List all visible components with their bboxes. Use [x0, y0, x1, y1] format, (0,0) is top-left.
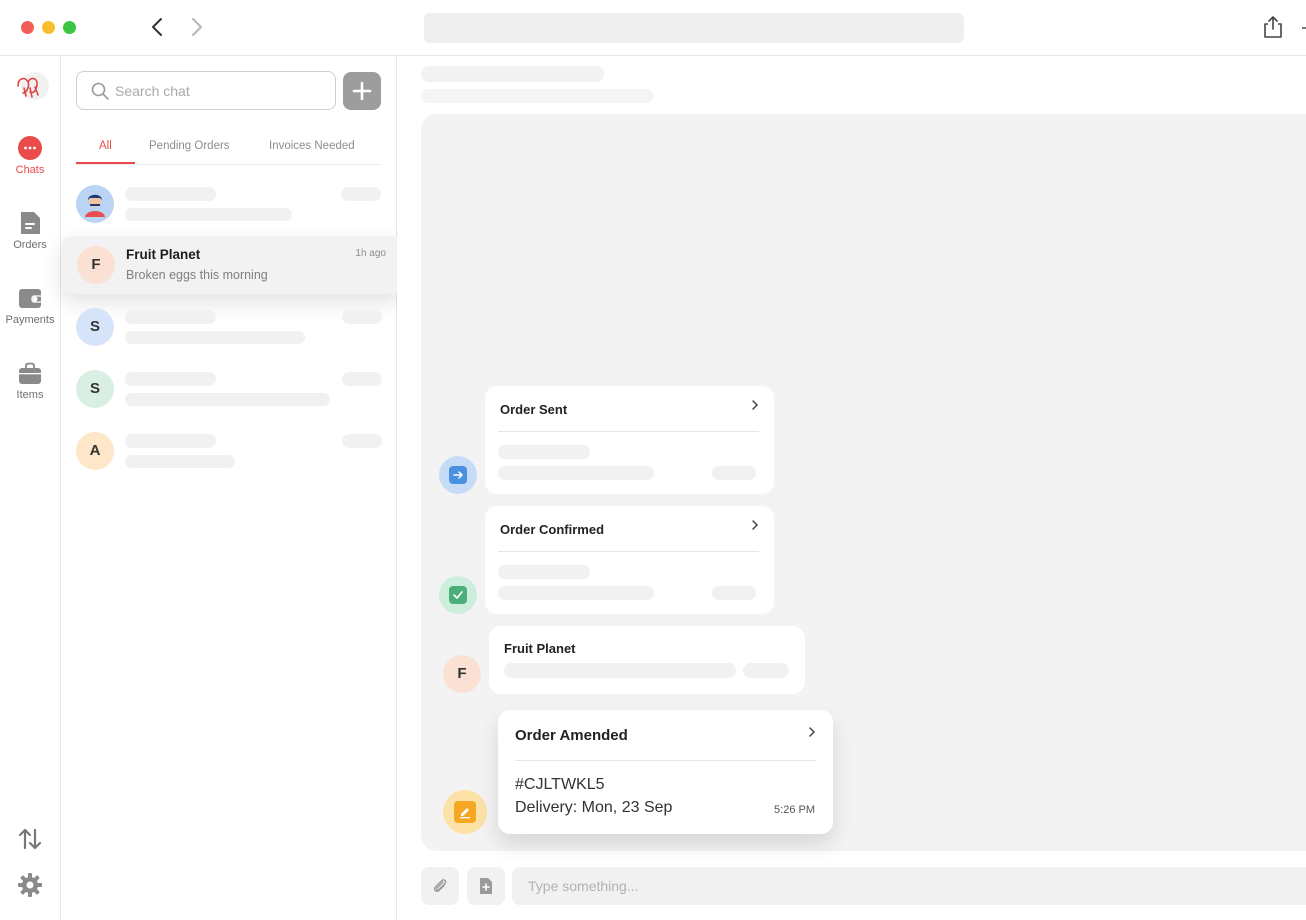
loading-placeholder: [498, 586, 654, 600]
loading-placeholder: [504, 663, 736, 678]
minimize-window-button[interactable]: [42, 21, 55, 34]
card-title: Order Amended: [515, 727, 628, 744]
add-document-button[interactable]: [467, 867, 505, 905]
loading-placeholder: [421, 89, 653, 103]
loading-placeholder: [125, 310, 216, 324]
card-divider: [498, 551, 759, 552]
brand-logo: [13, 68, 49, 104]
message-input[interactable]: [528, 875, 1228, 897]
chat-row[interactable]: S: [76, 304, 386, 352]
avatar: S: [76, 370, 114, 408]
settings-gear-icon[interactable]: [17, 872, 43, 898]
avatar: S: [76, 308, 114, 346]
tab-invoices-needed[interactable]: Invoices Needed: [269, 140, 355, 152]
loading-placeholder: [498, 565, 590, 579]
loading-placeholder: [125, 208, 292, 221]
paperclip-icon: [433, 879, 447, 893]
wallet-icon: [17, 285, 43, 311]
message-composer[interactable]: [512, 867, 1306, 905]
nav-payments-label: Payments: [5, 314, 55, 326]
loading-placeholder: [341, 187, 381, 201]
order-sent-icon: [439, 456, 477, 494]
avatar: F: [443, 655, 481, 693]
loading-placeholder: [498, 466, 654, 480]
nav-orders-label: Orders: [13, 239, 47, 251]
avatar: F: [77, 246, 115, 284]
loading-placeholder: [712, 586, 756, 600]
nav-chats[interactable]: Chats: [0, 135, 60, 176]
sort-icon[interactable]: [17, 826, 43, 852]
chat-row[interactable]: [76, 181, 386, 229]
chat-row-selected[interactable]: F Fruit Planet Broken eggs this morning …: [62, 236, 402, 294]
address-bar[interactable]: [424, 13, 964, 43]
chat-row[interactable]: S: [76, 366, 386, 414]
maximize-window-button[interactable]: [63, 21, 76, 34]
loading-placeholder: [125, 455, 235, 468]
loading-placeholder: [125, 393, 330, 406]
bag-icon: [17, 360, 43, 386]
loading-placeholder: [743, 663, 789, 678]
card-divider: [515, 760, 816, 761]
loading-placeholder: [342, 372, 382, 386]
tab-all[interactable]: All: [99, 140, 112, 152]
search-icon: [91, 82, 109, 100]
chat-preview: Broken eggs this morning: [126, 268, 268, 282]
chevron-right-icon: [809, 727, 816, 737]
tab-pending-orders[interactable]: Pending Orders: [149, 140, 230, 152]
chat-name: Fruit Planet: [126, 247, 201, 262]
loading-placeholder: [421, 66, 604, 82]
delivery-date: Delivery: Mon, 23 Sep: [515, 799, 673, 816]
order-amended-icon: [443, 790, 487, 834]
loading-placeholder: [125, 372, 216, 386]
attach-button[interactable]: [421, 867, 459, 905]
forward-arrow-icon[interactable]: [185, 16, 207, 38]
chat-time: 1h ago: [355, 248, 386, 259]
chevron-right-icon: [752, 400, 759, 410]
avatar: [76, 185, 114, 223]
message-sender: Fruit Planet: [504, 641, 576, 656]
order-confirmed-card[interactable]: Order Confirmed: [485, 506, 774, 614]
document-icon: [17, 210, 43, 236]
search-box[interactable]: [76, 71, 336, 110]
order-reference: #CJLTWKL5: [515, 776, 605, 793]
order-amended-card[interactable]: Order Amended #CJLTWKL5 Delivery: Mon, 2…: [498, 710, 833, 834]
add-document-icon: [480, 878, 492, 894]
card-title: Order Confirmed: [500, 522, 605, 537]
message-time: 5:26 PM: [774, 804, 815, 816]
filter-tabs: All Pending Orders Invoices Needed: [76, 137, 381, 165]
conversation-panel: Order Sent Order Confirmed F Fruit Plane…: [397, 57, 1306, 920]
back-arrow-icon[interactable]: [147, 16, 169, 38]
order-confirmed-icon: [439, 576, 477, 614]
plus-icon: [352, 81, 372, 101]
title-bar: [0, 0, 1306, 56]
nav-rail: Chats Orders Payments Items: [0, 57, 61, 920]
share-icon[interactable]: [1262, 15, 1284, 39]
loading-placeholder: [342, 434, 382, 448]
avatar: A: [76, 432, 114, 470]
chevron-right-icon: [752, 520, 759, 530]
chat-list-panel: All Pending Orders Invoices Needed F Fru…: [61, 57, 402, 920]
loading-placeholder: [125, 331, 305, 344]
loading-placeholder: [342, 310, 382, 324]
loading-placeholder: [125, 434, 216, 448]
new-chat-button[interactable]: [343, 72, 381, 110]
loading-placeholder: [712, 466, 756, 480]
chat-bubble-icon: [17, 135, 43, 161]
message-bubble: Fruit Planet: [489, 626, 805, 694]
loading-placeholder: [125, 187, 216, 201]
nav-items[interactable]: Items: [0, 360, 60, 401]
card-title: Order Sent: [500, 402, 568, 417]
order-sent-card[interactable]: Order Sent: [485, 386, 774, 494]
nav-payments[interactable]: Payments: [0, 285, 60, 326]
search-input[interactable]: [115, 79, 325, 103]
close-window-button[interactable]: [21, 21, 34, 34]
chat-row[interactable]: A: [76, 428, 386, 476]
more-icon[interactable]: [1302, 27, 1306, 29]
nav-items-label: Items: [16, 389, 44, 401]
nav-chats-label: Chats: [15, 164, 45, 176]
active-tab-indicator: [76, 162, 135, 164]
card-divider: [498, 431, 759, 432]
loading-placeholder: [498, 445, 590, 459]
nav-orders[interactable]: Orders: [0, 210, 60, 251]
